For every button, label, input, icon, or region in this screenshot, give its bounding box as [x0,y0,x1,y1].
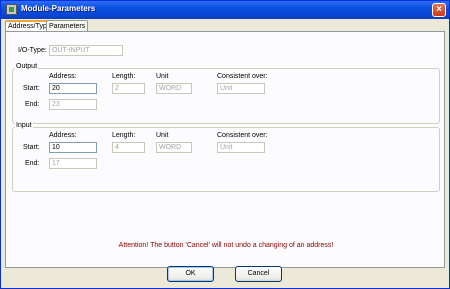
module-parameters-dialog: Module-Parameters × Address/Type Paramet… [0,0,450,289]
input-start-address-input[interactable]: 10 [49,142,97,153]
output-address-header: Address: [49,73,77,80]
input-unit-header: Unit [156,132,169,139]
input-consistent-field: Unit [217,142,265,153]
input-length-header: Length: [112,132,136,139]
output-length-header: Length: [112,73,136,80]
window-title: Module-Parameters [21,4,96,13]
output-unit-field: WORD [156,83,192,94]
output-start-address-input[interactable]: 20 [49,83,97,94]
app-icon [6,4,17,15]
output-unit-header: Unit [156,73,169,80]
output-consistent-header: Consistent over: [217,73,268,80]
cancel-button[interactable]: Cancel [235,266,282,282]
title-bar[interactable]: Module-Parameters × [1,1,449,19]
input-address-header: Address: [49,132,77,139]
input-end-label: End: [25,160,40,167]
output-legend: Output [15,63,39,70]
output-end-address-field: 23 [49,99,97,110]
output-consistent-field: Unit [217,83,265,94]
output-length-field: 2 [112,83,145,94]
tab-parameters[interactable]: Parameters [46,20,89,31]
dialog-client: Address/Type Parameters I/O-Type: OUT-IN… [4,19,446,285]
ok-button[interactable]: OK [167,266,214,282]
input-start-label: Start: [23,144,40,151]
input-consistent-header: Consistent over: [217,132,268,139]
attention-message: Attention! The button 'Cancel' will not … [118,242,334,249]
input-unit-field: WORD [156,142,192,153]
output-end-label: End: [25,101,40,108]
io-type-field: OUT-INPUT [49,45,123,56]
input-end-address-field: 17 [49,158,97,169]
input-length-field: 4 [112,142,145,153]
input-legend: Input [15,122,33,129]
output-start-label: Start: [23,85,40,92]
tab-panel-address-type: I/O-Type: OUT-INPUT Output Address: Leng… [5,31,445,268]
close-button[interactable]: × [432,3,446,17]
io-type-label: I/O-Type: [18,47,47,54]
